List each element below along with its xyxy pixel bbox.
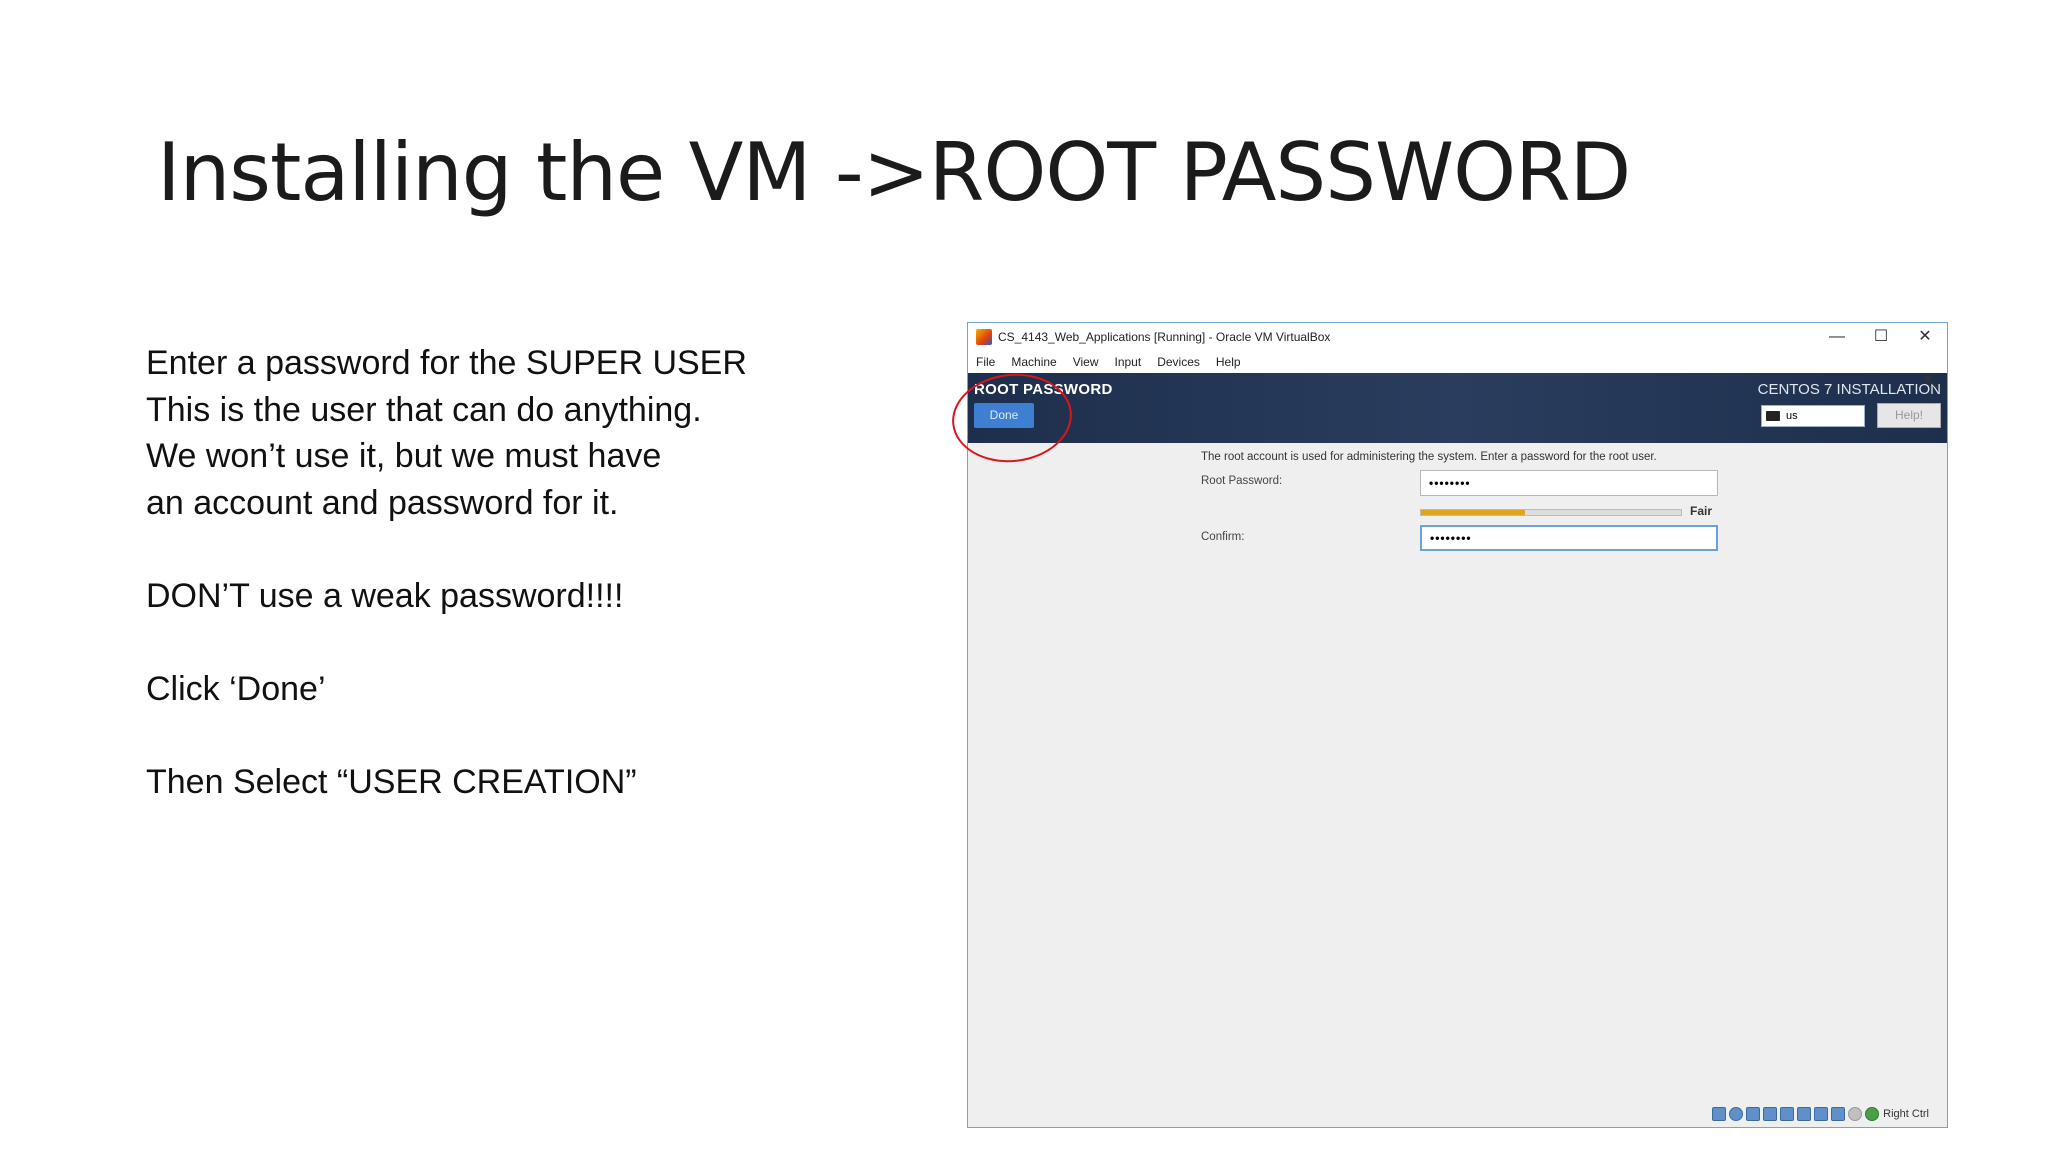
menu-bar: File Machine View Input Devices Help [968,351,1947,373]
body-line: This is the user that can do anything. [146,390,702,429]
keyboard-layout-value: us [1786,410,1798,422]
display-icon[interactable] [1814,1107,1829,1121]
mouse-integration-icon[interactable] [1865,1107,1880,1121]
virtualbox-window: CS_4143_Web_Applications [Running] - Ora… [967,322,1948,1128]
menu-file[interactable]: File [976,355,995,369]
menu-input[interactable]: Input [1115,355,1142,369]
hard-disk-icon[interactable] [1712,1107,1727,1121]
info-text: The root account is used for administeri… [1201,451,1657,463]
installation-title: CENTOS 7 INSTALLATION [1757,381,1941,398]
help-button[interactable]: Help! [1877,403,1941,428]
audio-icon[interactable] [1746,1107,1761,1121]
usb-icon[interactable] [1780,1107,1795,1121]
optical-drive-icon[interactable] [1729,1107,1744,1121]
window-titlebar[interactable]: CS_4143_Web_Applications [Running] - Ora… [968,323,1947,351]
close-button[interactable]: ✕ [1903,323,1947,351]
body-line: We won’t use it, but we must have [146,437,662,475]
installer-header: ROOT PASSWORD Done CENTOS 7 INSTALLATION… [968,373,1947,443]
body-line: Then Select “USER CREATION” [146,762,637,801]
keyboard-layout-indicator[interactable]: us [1761,405,1865,427]
mouse-pointer-icon: ↖ [1922,369,1941,394]
video-capture-icon[interactable] [1831,1107,1846,1121]
slide-title: Installing the VM ->ROOT PASSWORD [157,126,1631,219]
network-icon[interactable] [1763,1107,1778,1121]
minimize-button[interactable]: — [1815,323,1859,351]
body-line: an account and password for it. [146,483,619,522]
cpu-icon[interactable] [1848,1107,1863,1121]
window-title: CS_4143_Web_Applications [Running] - Ora… [998,330,1331,344]
window-controls: — ☐ ✕ [1815,323,1947,351]
installer-content: The root account is used for administeri… [968,443,1947,1127]
password-strength-label: Fair [1690,504,1713,518]
vm-status-tray: Right Ctrl [1709,1107,1929,1121]
virtualbox-icon [976,329,992,345]
menu-view[interactable]: View [1073,355,1099,369]
body-line: DON’T use a weak password!!!! [146,576,624,615]
menu-help[interactable]: Help [1216,355,1241,369]
password-strength-bar [1420,509,1682,516]
confirm-password-label: Confirm: [1201,531,1245,543]
root-password-input[interactable]: •••••••• [1420,470,1718,496]
body-line: Enter a password for the SUPER USER [146,344,747,382]
menu-devices[interactable]: Devices [1157,355,1200,369]
host-key-label: Right Ctrl [1883,1108,1929,1120]
shared-folders-icon[interactable] [1797,1107,1812,1121]
menu-machine[interactable]: Machine [1011,355,1056,369]
maximize-button[interactable]: ☐ [1859,323,1903,351]
root-password-label: Root Password: [1201,475,1283,487]
password-strength-fill [1421,510,1525,515]
slide-body: Enter a password for the SUPER USER This… [146,340,906,805]
keyboard-icon [1766,411,1780,421]
body-line: Click ‘Done’ [146,669,326,708]
confirm-password-input[interactable]: •••••••• [1420,525,1718,551]
